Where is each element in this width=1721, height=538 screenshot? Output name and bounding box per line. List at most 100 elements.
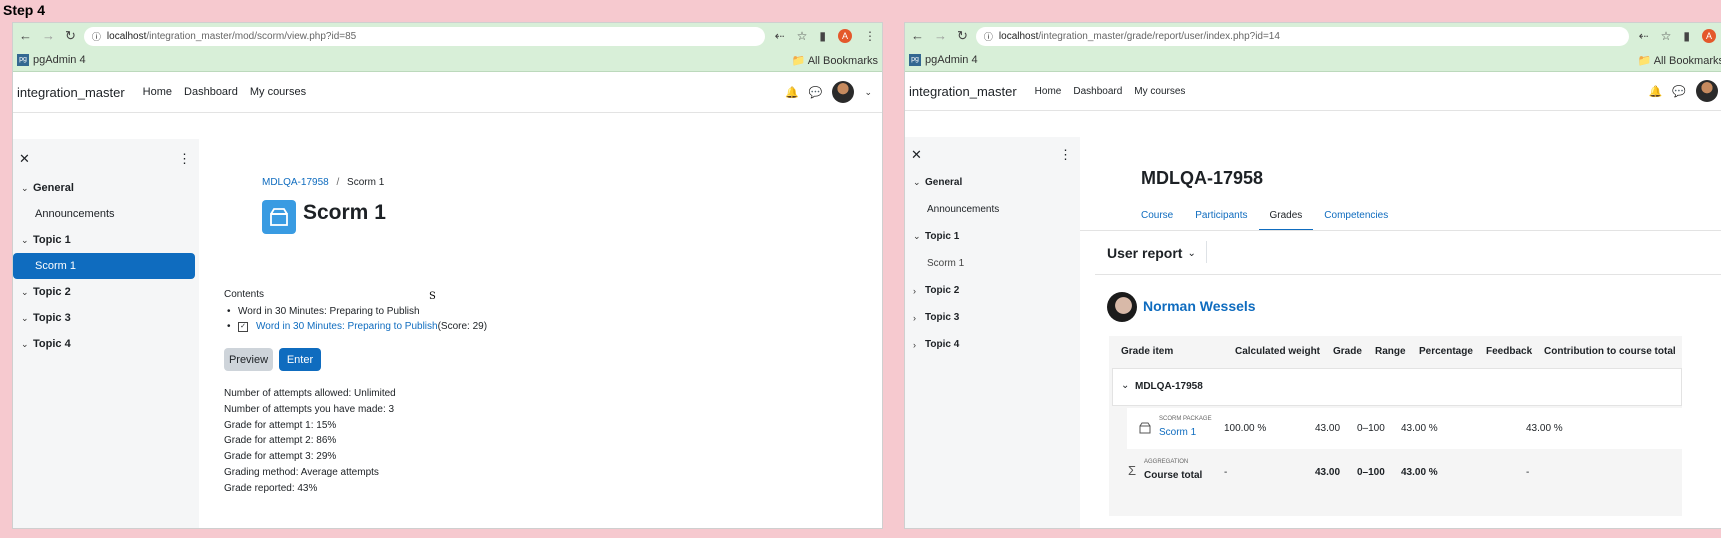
section-topic-4[interactable]: ⌄ Topic 4	[13, 331, 199, 357]
section-topic-2[interactable]: › Topic 2	[905, 277, 1080, 304]
tab-grades[interactable]: Grades	[1258, 201, 1314, 231]
kebab-icon[interactable]: ⋮	[1059, 147, 1072, 163]
tab-participants[interactable]: Participants	[1184, 201, 1258, 229]
site-name[interactable]: integration_master	[909, 84, 1017, 99]
info-icon: ⓘ	[983, 31, 993, 42]
url-host: localhost	[998, 30, 1039, 42]
address-bar[interactable]: ⓘ localhost/integration_master/mod/scorm…	[83, 26, 765, 46]
section-general[interactable]: ⌄ General	[905, 169, 1080, 196]
kebab-icon[interactable]: ⋮	[178, 151, 191, 167]
reload-icon[interactable]: ↻	[65, 28, 76, 44]
sidepanel-icon[interactable]: ▮	[1683, 29, 1690, 43]
column-header: Contribution to course total	[1544, 346, 1676, 357]
bookmark-pgadmin[interactable]: pg pgAdmin 4	[17, 53, 86, 67]
address-bar[interactable]: ⓘ localhost/integration_master/grade/rep…	[975, 26, 1629, 46]
user-name[interactable]: Norman Wessels	[1143, 298, 1256, 314]
content-item-text: Word in 30 Minutes: Preparing to Publish	[238, 306, 420, 317]
total-contribution: -	[1526, 467, 1530, 478]
chevron-down-icon: ⌄	[21, 286, 29, 297]
chevron-down-icon[interactable]: ⌄	[1121, 380, 1129, 391]
close-icon[interactable]: ✕	[19, 151, 30, 167]
breadcrumb-course[interactable]: MDLQA-17958	[262, 177, 329, 188]
column-header: Feedback	[1486, 346, 1533, 357]
activity-announcements[interactable]: Announcements	[905, 196, 1080, 223]
nav-home[interactable]: Home	[1035, 86, 1062, 97]
all-bookmarks[interactable]: 📁 All Bookmarks	[1638, 54, 1721, 67]
checkbox-checked-icon: ✓	[238, 321, 248, 332]
breadcrumb-separator: /	[336, 177, 340, 188]
tab-competencies[interactable]: Competencies	[1313, 201, 1399, 229]
user-avatar[interactable]	[1696, 80, 1718, 102]
profile-avatar-icon[interactable]: A	[1702, 29, 1716, 43]
category-row[interactable]: ⌄ MDLQA-17958	[1112, 368, 1682, 406]
tab-label: Course	[1141, 209, 1174, 221]
star-icon[interactable]: ☆	[797, 29, 808, 43]
activity-scorm-1[interactable]: Scorm 1	[905, 250, 1080, 277]
share-icon[interactable]: ⇠	[1639, 29, 1649, 43]
chat-icon[interactable]: 💬	[1672, 85, 1686, 98]
info-line: Grading method: Average attempts	[224, 466, 379, 478]
chat-icon[interactable]: 💬	[809, 86, 823, 99]
chevron-down-icon: ⌄	[21, 312, 29, 323]
chevron-down-icon[interactable]: ⌄	[864, 87, 872, 98]
section-title: Topic 4	[33, 338, 71, 350]
info-line: Grade for attempt 1: 15%	[224, 419, 337, 431]
forward-icon[interactable]: →	[42, 28, 55, 44]
star-icon[interactable]: ☆	[1661, 29, 1672, 43]
all-bookmarks[interactable]: 📁 All Bookmarks	[792, 54, 878, 67]
site-name[interactable]: integration_master	[17, 85, 125, 100]
tab-label: Grades	[1269, 209, 1303, 221]
sidepanel-icon[interactable]: ▮	[819, 29, 826, 43]
enter-button[interactable]: Enter	[279, 348, 321, 371]
nav-my-courses[interactable]: My courses	[1134, 86, 1185, 97]
section-title: Topic 1	[33, 234, 71, 246]
nav-dashboard[interactable]: Dashboard	[184, 86, 238, 98]
contents-list: • Word in 30 Minutes: Preparing to Publi…	[227, 304, 487, 334]
bookmark-pgadmin[interactable]: pg pgAdmin 4	[909, 54, 978, 67]
profile-avatar-icon[interactable]: A	[838, 29, 852, 43]
section-general[interactable]: ⌄ General	[13, 175, 199, 201]
bell-icon[interactable]: 🔔	[1649, 85, 1663, 98]
section-title: General	[33, 182, 74, 194]
chevron-down-icon: ⌄	[913, 177, 921, 187]
tab-label: Competencies	[1324, 209, 1389, 221]
browser-toolbar: ← → ↻ ⓘ localhost/integration_master/mod…	[13, 23, 882, 49]
activity-scorm-1[interactable]: Scorm 1	[13, 253, 195, 279]
report-selector[interactable]: User report ⌄	[1107, 245, 1196, 261]
section-topic-3[interactable]: › Topic 3	[905, 304, 1080, 331]
bookmark-label: pgAdmin 4	[33, 53, 86, 66]
browser-toolbar: ← → ↻ ⓘ localhost/integration_master/gra…	[905, 23, 1721, 49]
forward-icon[interactable]: →	[934, 28, 947, 44]
reload-icon[interactable]: ↻	[957, 28, 968, 44]
close-icon[interactable]: ✕	[911, 147, 922, 163]
section-topic-2[interactable]: ⌄ Topic 2	[13, 279, 199, 305]
divider	[1206, 241, 1207, 263]
content-item-link[interactable]: Word in 30 Minutes: Preparing to Publish	[256, 321, 438, 332]
share-icon[interactable]: ⇠	[775, 29, 785, 43]
main-content: MDLQA-17958 Course Participants Grades C…	[1080, 137, 1721, 528]
nav-dashboard[interactable]: Dashboard	[1073, 86, 1122, 97]
back-icon[interactable]: ←	[19, 28, 32, 44]
section-topic-4[interactable]: › Topic 4	[905, 331, 1080, 358]
item-name-link[interactable]: Scorm 1	[1159, 427, 1196, 438]
back-icon[interactable]: ←	[911, 28, 924, 44]
nav-my-courses[interactable]: My courses	[250, 86, 306, 98]
user-avatar[interactable]	[832, 81, 855, 103]
breadcrumb: MDLQA-17958 / Scorm 1	[262, 177, 384, 188]
bullet-icon: •	[227, 321, 231, 332]
content-item-score: (Score: 29)	[437, 321, 488, 332]
section-topic-1[interactable]: ⌄ Topic 1	[905, 223, 1080, 250]
total-type: AGGREGATION	[1144, 459, 1189, 465]
section-topic-1[interactable]: ⌄ Topic 1	[13, 227, 199, 253]
nav-home[interactable]: Home	[143, 86, 172, 98]
section-topic-3[interactable]: ⌄ Topic 3	[13, 305, 199, 331]
divider	[1080, 230, 1721, 231]
preview-button[interactable]: Preview	[224, 348, 273, 371]
bell-icon[interactable]: 🔔	[785, 86, 799, 99]
activity-label: Announcements	[35, 208, 115, 220]
activity-announcements[interactable]: Announcements	[13, 201, 199, 227]
tab-course[interactable]: Course	[1130, 201, 1184, 229]
menu-kebab-icon[interactable]: ⋮	[864, 29, 876, 43]
total-range: 0–100	[1357, 467, 1385, 478]
browser-window-right: ← → ↻ ⓘ localhost/integration_master/gra…	[904, 22, 1721, 529]
